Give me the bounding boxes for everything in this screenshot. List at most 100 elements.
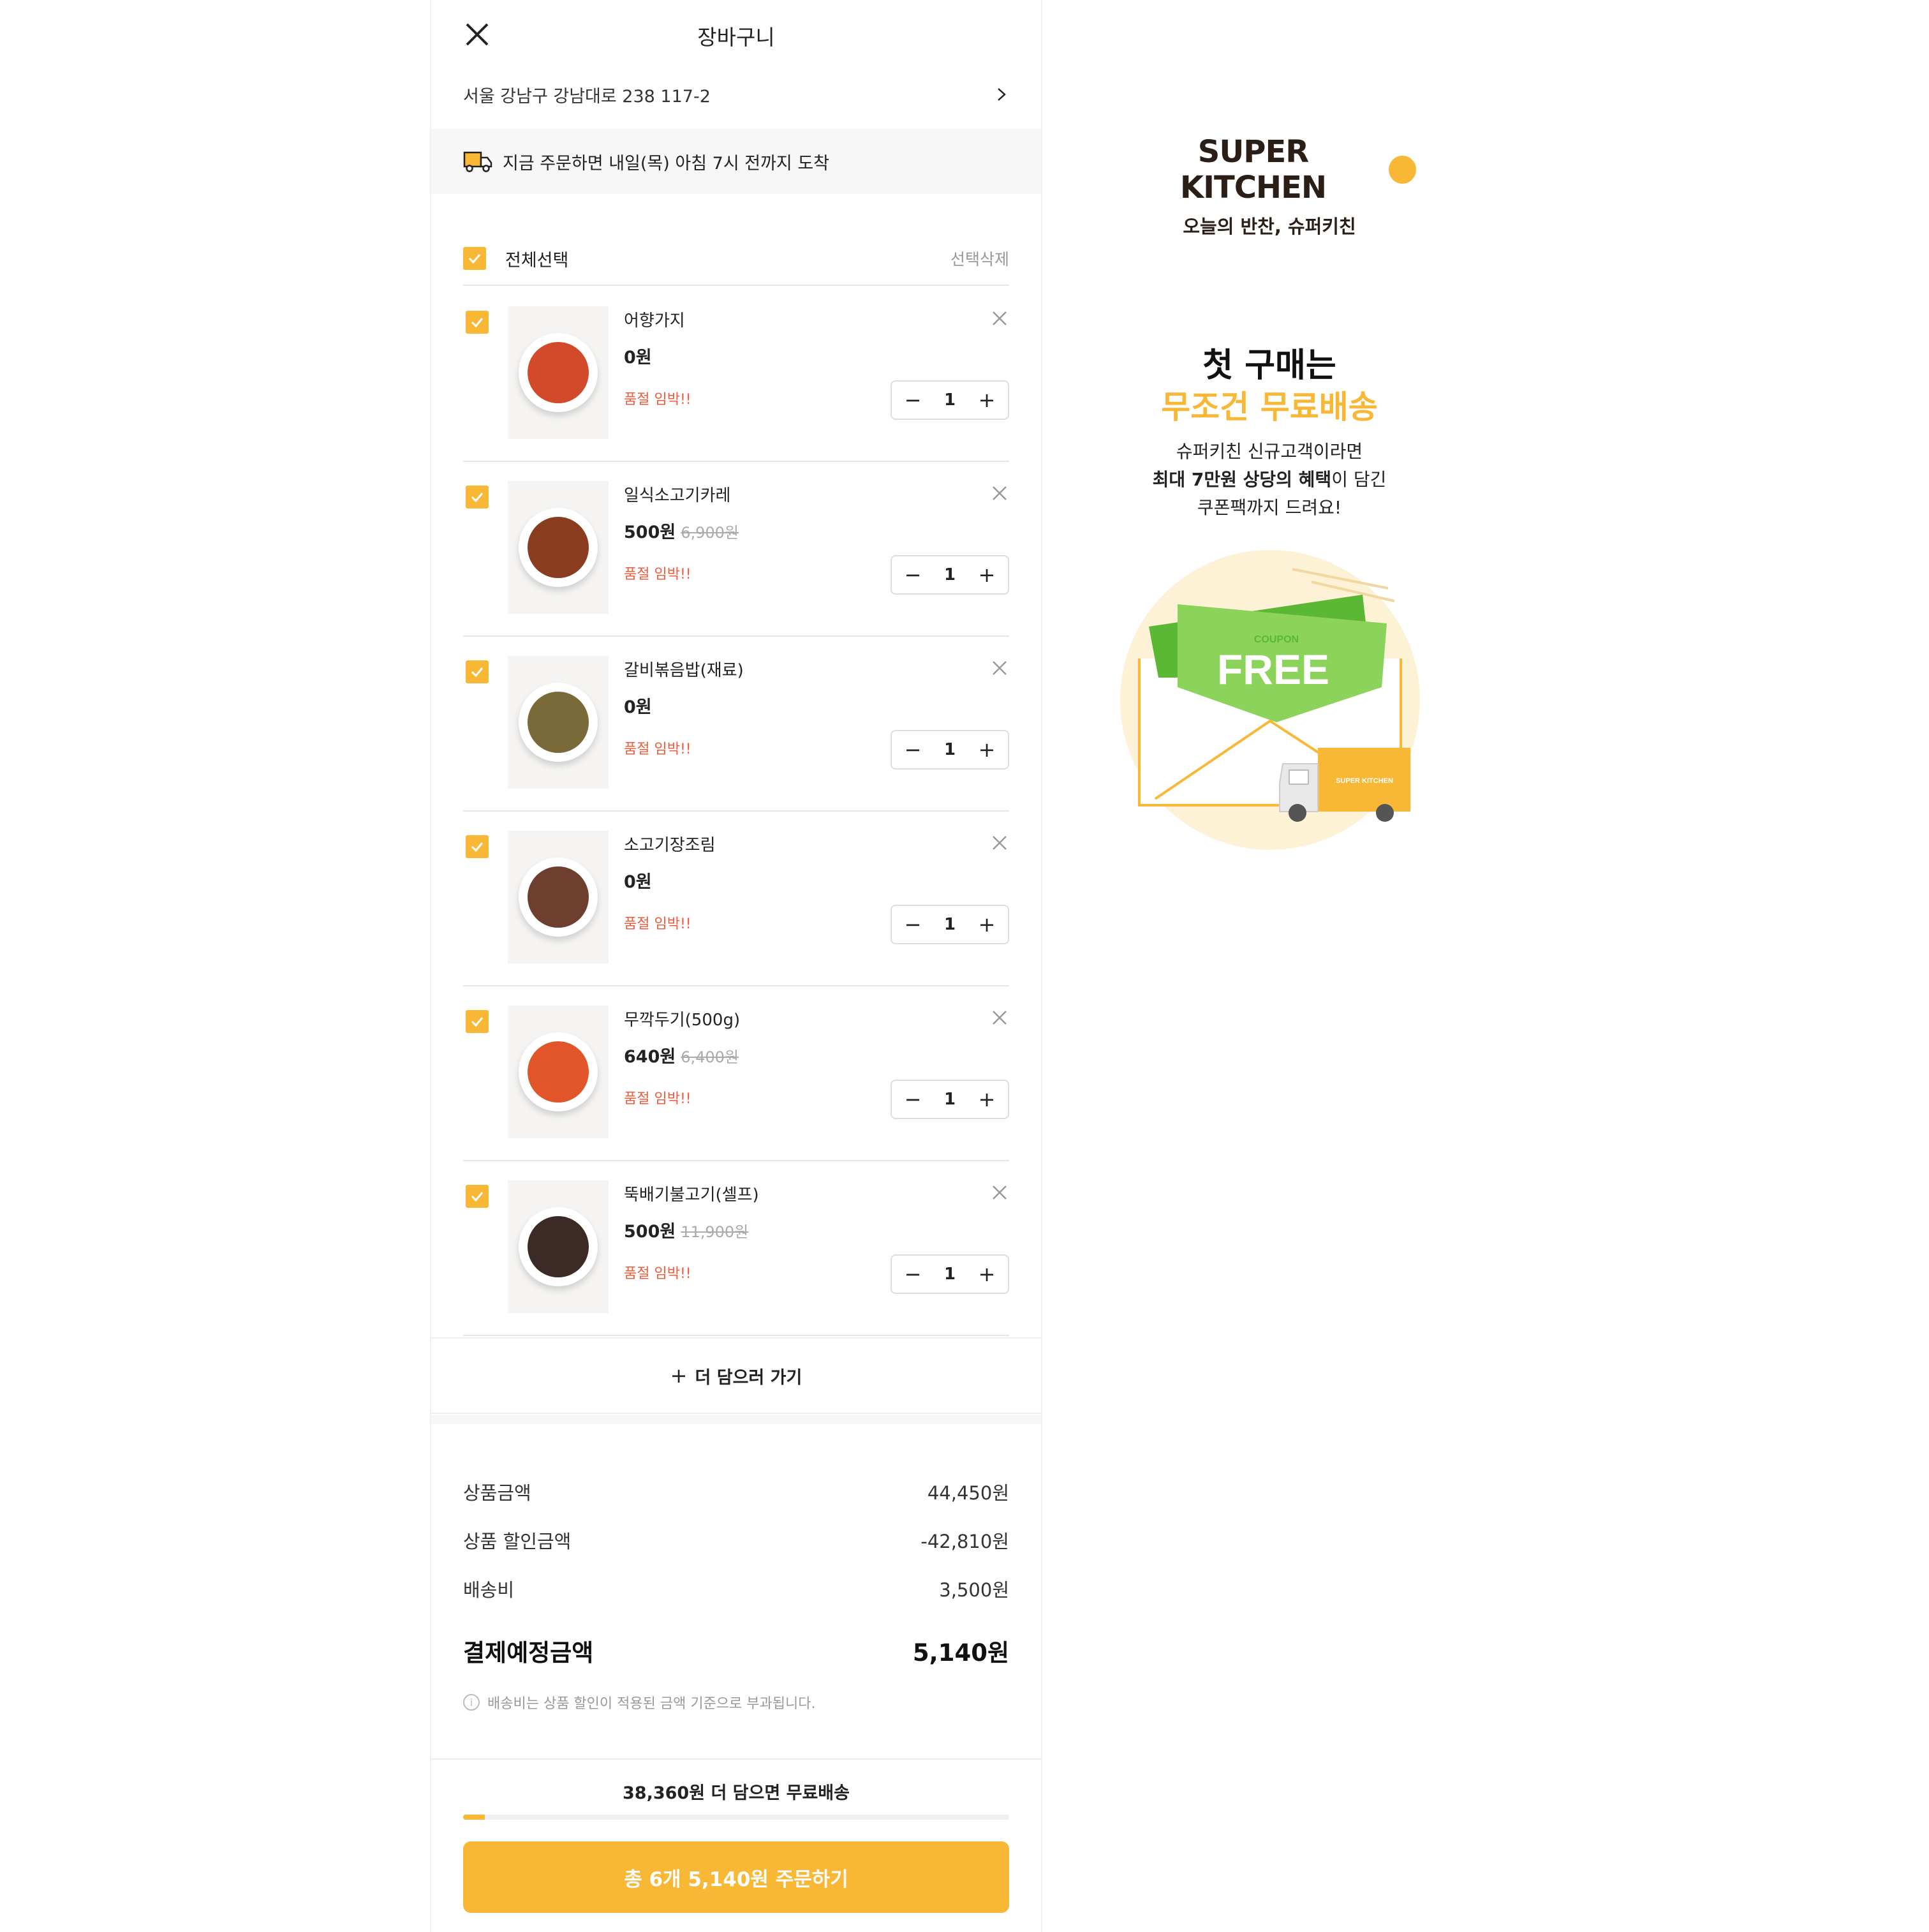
- item-checkbox[interactable]: [466, 311, 489, 334]
- item-thumbnail: [508, 481, 609, 614]
- item-checkbox[interactable]: [466, 486, 489, 509]
- brand-tagline: 오늘의 반찬, 슈퍼키친: [1183, 216, 1356, 237]
- check-icon: [471, 318, 484, 328]
- top-bar: 장바구니: [431, 0, 1041, 70]
- cart-item: 소고기장조림 0원 품절 임박!! − 1 +: [463, 812, 1009, 986]
- plus-button[interactable]: +: [977, 563, 996, 587]
- add-more-button[interactable]: + 더 담으러 가기: [431, 1337, 1041, 1414]
- promo-line-1: 슈퍼키친 신규고객이라면: [1176, 441, 1363, 462]
- delivery-notice: 지금 주문하면 내일(목) 아침 7시 전까지 도착: [431, 129, 1041, 194]
- summary-label: 상품 할인금액: [463, 1531, 572, 1552]
- remove-icon[interactable]: [990, 309, 1009, 328]
- item-checkbox[interactable]: [466, 1010, 489, 1033]
- coupon-big-text: FREE: [1217, 646, 1329, 693]
- item-quantity: 1: [943, 915, 956, 934]
- item-price-row: 500원 6,900원: [624, 518, 739, 543]
- item-badge: 품절 임박!!: [624, 1091, 691, 1107]
- minus-button[interactable]: −: [903, 1087, 922, 1111]
- check-icon: [468, 254, 481, 264]
- cart-item: 뚝배기불고기(셀프) 500원 11,900원 품절 임박!! − 1 +: [463, 1161, 1009, 1336]
- minus-button[interactable]: −: [903, 912, 922, 937]
- brand-logo: SUPER KITCHEN: [1123, 134, 1416, 205]
- bowl-image: [519, 508, 598, 587]
- summary-row-subtotal: 상품금액 44,450원: [463, 1468, 1009, 1516]
- item-price-row: 640원 6,400원: [624, 1043, 739, 1067]
- minus-button[interactable]: −: [903, 563, 922, 587]
- plus-button[interactable]: +: [977, 388, 996, 412]
- item-thumbnail: [508, 306, 609, 439]
- bowl-image: [519, 683, 598, 762]
- promo-headline: 첫 구매는: [1202, 346, 1336, 385]
- promo-subheadline: 무조건 무료배송: [1161, 389, 1378, 426]
- food-image: [528, 1216, 589, 1277]
- item-name: 어향가지: [624, 311, 685, 331]
- plus-button[interactable]: +: [977, 1262, 996, 1286]
- item-thumbnail: [508, 1180, 609, 1313]
- item-thumbnail: [508, 831, 609, 963]
- item-original-price: 11,900원: [681, 1223, 749, 1241]
- quantity-stepper: − 1 +: [891, 555, 1009, 595]
- item-price: 500원: [624, 1222, 676, 1242]
- cart-item-list: 어향가지 0원 품절 임박!! − 1 + 일식소고기카레 500원 6,900…: [463, 287, 1009, 1336]
- item-quantity: 1: [943, 1090, 956, 1109]
- remove-icon[interactable]: [990, 1183, 1009, 1202]
- item-price: 0원: [624, 348, 652, 368]
- minus-button[interactable]: −: [903, 1262, 922, 1286]
- item-price: 640원: [624, 1047, 676, 1067]
- total-value: 5,140원: [912, 1639, 1009, 1667]
- item-checkbox[interactable]: [466, 1185, 489, 1208]
- plus-button[interactable]: +: [977, 912, 996, 937]
- address-text: 서울 강남구 강남대로 238 117-2: [463, 86, 711, 107]
- plus-button[interactable]: +: [977, 738, 996, 762]
- order-button[interactable]: 총 6개 5,140원 주문하기: [463, 1841, 1009, 1913]
- item-price: 500원: [624, 523, 676, 542]
- summary-label: 상품금액: [463, 1482, 531, 1504]
- cart-item: 어향가지 0원 품절 임박!! − 1 +: [463, 287, 1009, 462]
- add-more-label: 더 담으러 가기: [695, 1367, 802, 1388]
- check-icon: [471, 842, 484, 852]
- check-icon: [471, 667, 484, 678]
- info-icon: i: [463, 1694, 480, 1711]
- minus-button[interactable]: −: [903, 738, 922, 762]
- item-checkbox[interactable]: [466, 660, 489, 683]
- remove-icon[interactable]: [990, 484, 1009, 503]
- item-name: 뚝배기불고기(셀프): [624, 1185, 759, 1205]
- select-all-checkbox[interactable]: [463, 247, 486, 270]
- checkout-bar: 38,360원 더 담으면 무료배송 총 6개 5,140원 주문하기: [431, 1758, 1041, 1932]
- summary-row-total: 결제예정금액 5,140원: [463, 1622, 1009, 1679]
- delete-selected-button[interactable]: 선택삭제: [950, 247, 1009, 270]
- plus-button[interactable]: +: [977, 1087, 996, 1111]
- remove-icon[interactable]: [990, 1008, 1009, 1027]
- truck-icon: [463, 151, 492, 172]
- summary-label: 배송비: [463, 1579, 515, 1601]
- quantity-stepper: − 1 +: [891, 380, 1009, 420]
- select-all-row: 전체선택 선택삭제: [463, 244, 1009, 286]
- summary-value: -42,810원: [920, 1531, 1009, 1552]
- bowl-image: [519, 858, 598, 937]
- brand-name: SUPER KITCHEN: [1179, 134, 1327, 205]
- address-row[interactable]: 서울 강남구 강남대로 238 117-2: [463, 80, 1009, 108]
- coupon-envelope-illustration: COUPON FREE SUPER KITCHEN: [1120, 550, 1420, 850]
- chevron-right-icon: [998, 88, 1006, 101]
- brand-block: SUPER KITCHEN 오늘의 반찬, 슈퍼키친: [1123, 134, 1416, 239]
- food-image: [528, 1041, 589, 1103]
- minus-button[interactable]: −: [903, 388, 922, 412]
- cart-panel: 장바구니 서울 강남구 강남대로 238 117-2 지금 주문하면 내일(목)…: [430, 0, 1042, 1932]
- item-badge: 품절 임박!!: [624, 567, 691, 583]
- item-quantity: 1: [943, 740, 956, 759]
- item-quantity: 1: [943, 565, 956, 584]
- item-price: 0원: [624, 697, 652, 717]
- check-icon: [471, 493, 484, 503]
- promo-line-2: 최대 7만원 상당의 혜택이 담긴: [1072, 466, 1467, 494]
- item-price-row: 0원: [624, 868, 657, 893]
- delivery-notice-text: 지금 주문하면 내일(목) 아침 7시 전까지 도착: [503, 153, 830, 174]
- summary-value: 44,450원: [927, 1482, 1009, 1504]
- remove-icon[interactable]: [990, 658, 1009, 678]
- promo-line-2-rest: 이 담긴: [1331, 469, 1387, 490]
- food-image: [528, 692, 589, 753]
- item-name: 갈비볶음밥(재료): [624, 661, 744, 680]
- remove-icon[interactable]: [990, 833, 1009, 852]
- item-checkbox[interactable]: [466, 835, 489, 858]
- quantity-stepper: − 1 +: [891, 1254, 1009, 1294]
- shipping-info: i 배송비는 상품 할인이 적용된 금액 기준으로 부과됩니다.: [463, 1692, 1009, 1713]
